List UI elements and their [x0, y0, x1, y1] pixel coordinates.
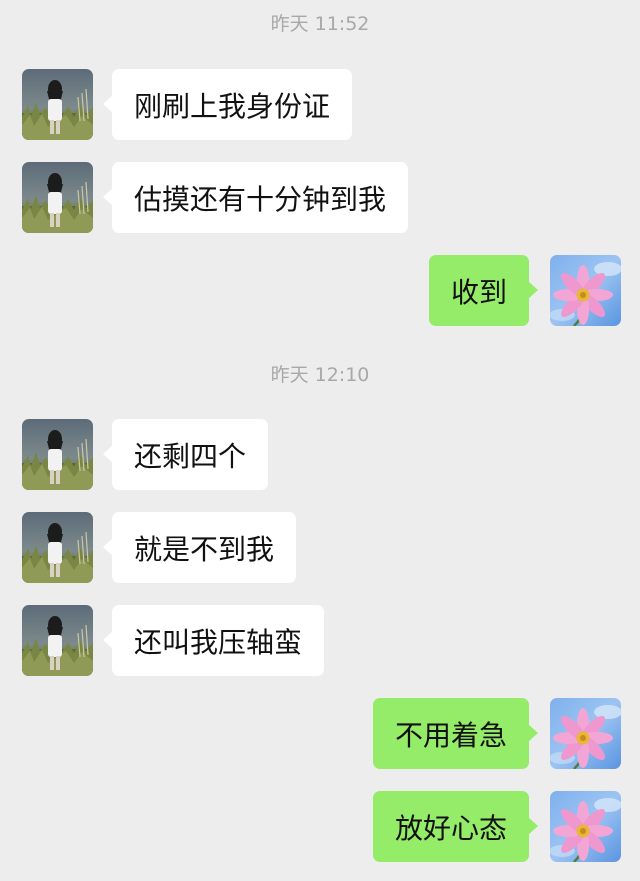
- self-avatar-flower-icon: [550, 698, 621, 769]
- message-text: 就是不到我: [134, 532, 275, 566]
- self-avatar[interactable]: [550, 791, 621, 862]
- message-text: 不用着急: [394, 718, 507, 752]
- received-message-bubble[interactable]: 还叫我压轴蛮: [102, 605, 325, 676]
- received-message-bubble[interactable]: 就是不到我: [102, 512, 297, 583]
- contact-avatar-photo-icon: [22, 512, 93, 583]
- contact-avatar-photo-icon: [22, 69, 93, 140]
- contact-avatar[interactable]: [22, 605, 93, 676]
- contact-avatar-photo-icon: [22, 419, 93, 490]
- contact-avatar-photo-icon: [22, 605, 93, 676]
- self-avatar-flower-icon: [550, 791, 621, 862]
- contact-avatar[interactable]: [22, 69, 93, 140]
- self-avatar[interactable]: [550, 255, 621, 326]
- message-text: 放好心态: [394, 811, 507, 845]
- self-avatar[interactable]: [550, 698, 621, 769]
- self-avatar-flower-icon: [550, 255, 621, 326]
- timestamp: 昨天 12:10: [270, 364, 370, 386]
- message-text: 还剩四个: [134, 439, 247, 473]
- message-text: 收到: [450, 275, 507, 309]
- sent-message-bubble[interactable]: 不用着急: [372, 698, 539, 769]
- sent-message-bubble[interactable]: 收到: [428, 255, 539, 326]
- received-message-bubble[interactable]: 还剩四个: [102, 419, 269, 490]
- received-message-bubble[interactable]: 刚刷上我身份证: [102, 69, 353, 140]
- timestamp: 昨天 11:52: [270, 13, 370, 35]
- contact-avatar[interactable]: [22, 419, 93, 490]
- received-message-bubble[interactable]: 估摸还有十分钟到我: [102, 162, 409, 233]
- message-text: 刚刷上我身份证: [134, 89, 331, 123]
- message-text: 估摸还有十分钟到我: [134, 182, 387, 216]
- contact-avatar[interactable]: [22, 162, 93, 233]
- contact-avatar[interactable]: [22, 512, 93, 583]
- contact-avatar-photo-icon: [22, 162, 93, 233]
- message-text: 还叫我压轴蛮: [134, 625, 303, 659]
- sent-message-bubble[interactable]: 放好心态: [372, 791, 539, 862]
